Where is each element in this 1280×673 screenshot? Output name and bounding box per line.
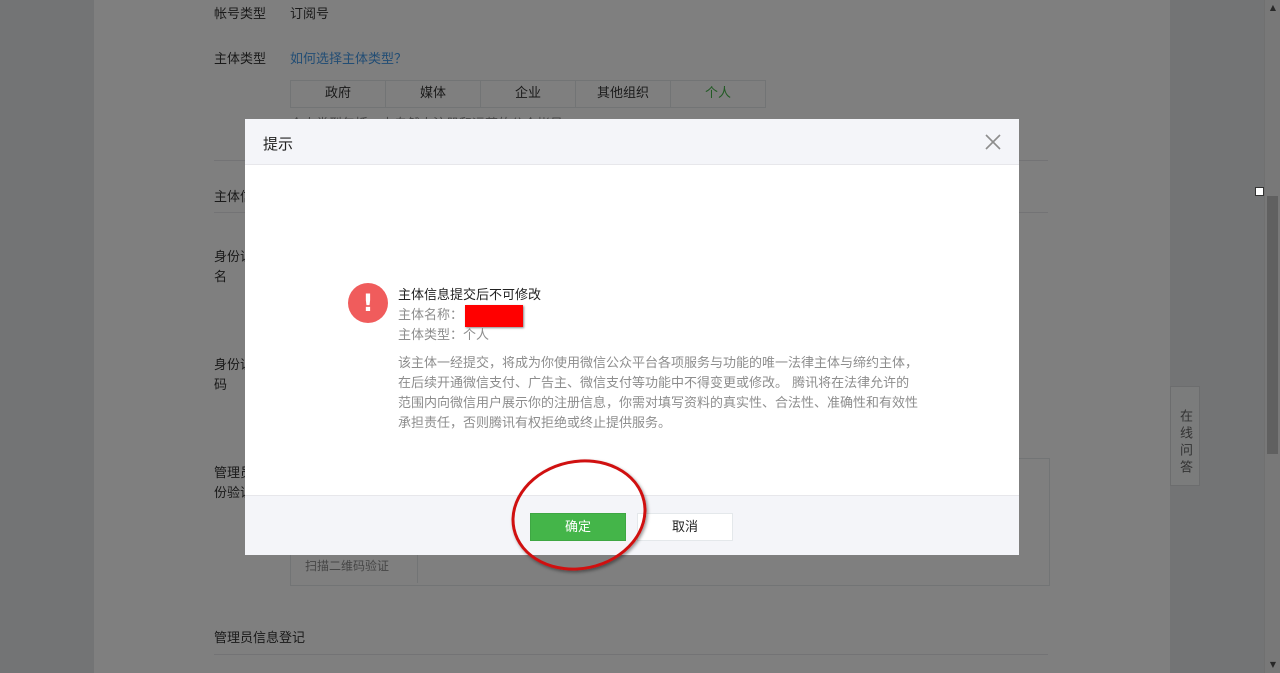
subject-type-line: 主体类型：个人 [398, 328, 490, 343]
legal-description: 该主体一经提交，将成为你使用微信公众平台各项服务与功能的唯一法律主体与缔约主体，… [398, 356, 919, 431]
dialog-body: ! 主体信息提交后不可修改 主体名称： 主体类型：个人 该主体一经提交，将成为你… [245, 165, 1019, 495]
subject-name-label: 主体名称： [398, 308, 464, 323]
dialog-header: 提示 [245, 119, 1019, 165]
warning-title: 主体信息提交后不可修改 [398, 288, 542, 303]
warning-icon: ! [348, 283, 388, 323]
cancel-button[interactable]: 取消 [637, 513, 733, 541]
close-icon[interactable] [983, 132, 1003, 152]
dialog-title: 提示 [263, 135, 294, 153]
resize-handle [1255, 187, 1264, 196]
